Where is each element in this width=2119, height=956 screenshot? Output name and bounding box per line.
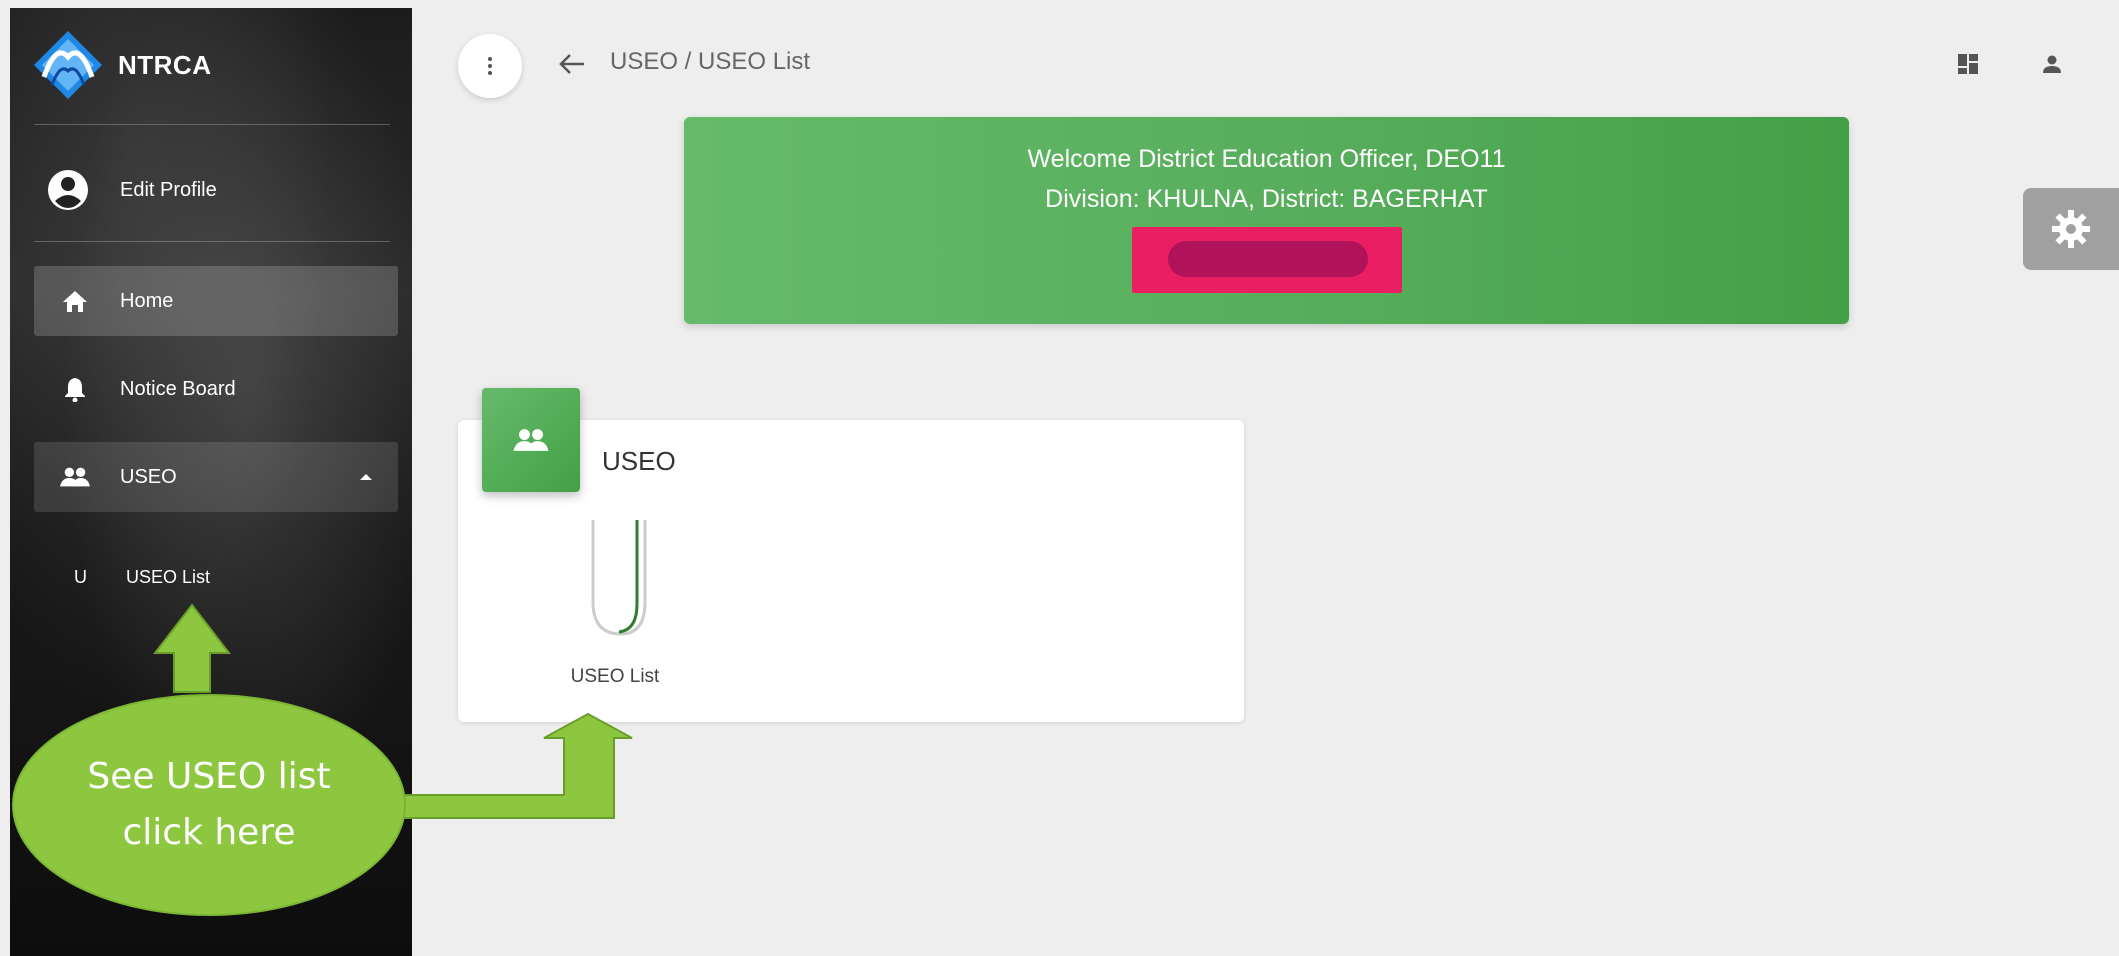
callout-text: See USEO list click here (87, 756, 331, 853)
arrow-to-tile (403, 712, 633, 819)
arrow-up-to-sidebar (152, 603, 232, 693)
annotation-callout: See USEO list click here (12, 694, 406, 916)
app-root: NTRCA Edit Profile Home Notice Board USE… (0, 0, 2119, 956)
